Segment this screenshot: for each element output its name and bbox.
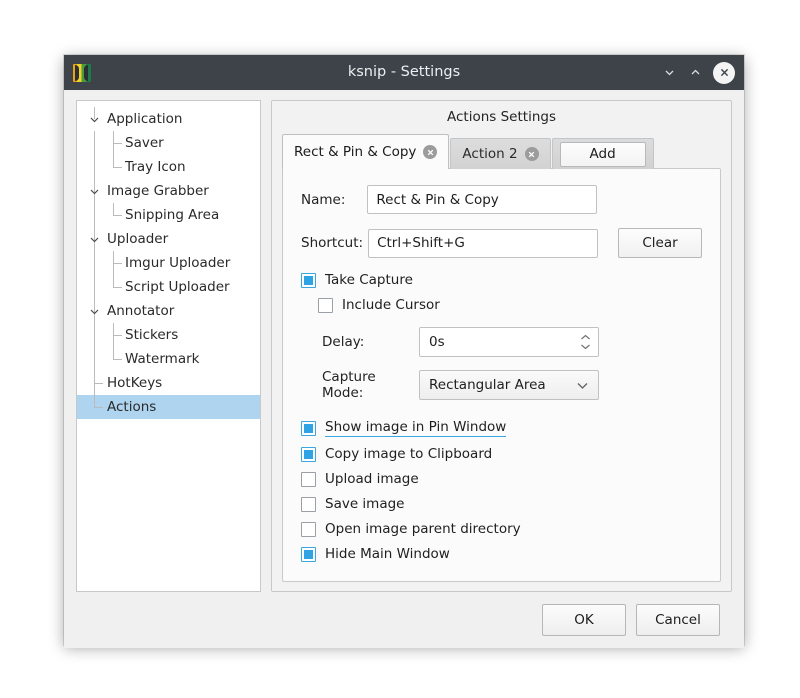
sidebar-item-label: Stickers xyxy=(125,327,179,343)
minimize-icon[interactable] xyxy=(657,61,681,85)
dialog-footer: OK Cancel xyxy=(76,592,732,648)
name-input[interactable]: Rect & Pin & Copy xyxy=(367,185,598,214)
sidebar-item-image-grabber[interactable]: Image Grabber xyxy=(77,179,260,203)
shortcut-row: Shortcut: Ctrl+Shift+G Clear xyxy=(301,228,702,258)
sidebar-item-label: Application xyxy=(107,111,183,127)
sidebar-item-label: Snipping Area xyxy=(125,207,220,223)
window-controls xyxy=(657,61,744,85)
window-title: ksnip - Settings xyxy=(347,64,461,80)
capture-mode-value: Rectangular Area xyxy=(429,377,546,393)
actions-settings-group: Actions Settings Rect & Pin & Copy Actio… xyxy=(271,100,732,592)
chevron-down-icon[interactable] xyxy=(88,233,100,245)
upload-image-checkbox[interactable] xyxy=(301,471,316,487)
chevron-down-icon[interactable] xyxy=(576,381,589,390)
tab-label: Rect & Pin & Copy xyxy=(294,144,417,160)
copy-image-to-clipboard-checkbox[interactable] xyxy=(301,446,316,462)
take-capture-checkbox[interactable] xyxy=(301,272,316,288)
sidebar-item-tray-icon[interactable]: Tray Icon xyxy=(77,155,260,179)
shortcut-label: Shortcut: xyxy=(301,235,364,251)
ksnip-icon xyxy=(73,63,91,82)
sidebar-item-saver[interactable]: Saver xyxy=(77,131,260,155)
upload-image-row[interactable]: Upload image xyxy=(301,471,702,487)
hide-main-window-label: Hide Main Window xyxy=(325,546,450,562)
tab-add-zone: Add xyxy=(551,138,654,169)
content-row: Application Saver Tray Icon Image Grabbe… xyxy=(76,100,732,592)
chevron-down-icon[interactable] xyxy=(88,305,100,317)
capture-mode-row: Capture Mode: Rectangular Area xyxy=(301,369,702,401)
show-image-in-pin-window-row[interactable]: Show image in Pin Window xyxy=(301,419,702,437)
save-image-row[interactable]: Save image xyxy=(301,496,702,512)
save-image-checkbox[interactable] xyxy=(301,496,316,512)
maximize-icon[interactable] xyxy=(683,61,707,85)
delay-row: Delay: 0s xyxy=(301,327,702,357)
spinner-arrows-icon[interactable] xyxy=(580,334,591,350)
chevron-down-icon[interactable] xyxy=(88,113,100,125)
delay-label: Delay: xyxy=(322,334,365,350)
take-capture-label: Take Capture xyxy=(325,272,413,288)
tab-panel-rect-pin-copy: Name: Rect & Pin & Copy Shortcut: Ctrl+S… xyxy=(282,168,721,582)
copy-image-to-clipboard-row[interactable]: Copy image to Clipboard xyxy=(301,446,702,462)
sidebar-item-application[interactable]: Application xyxy=(77,107,260,131)
sidebar-item-snipping-area[interactable]: Snipping Area xyxy=(77,203,260,227)
sidebar-item-watermark[interactable]: Watermark xyxy=(77,347,260,371)
save-image-label: Save image xyxy=(325,496,405,512)
hide-main-window-row[interactable]: Hide Main Window xyxy=(301,546,702,562)
name-label: Name: xyxy=(301,191,346,208)
show-image-in-pin-window-checkbox[interactable] xyxy=(301,420,316,436)
sidebar-item-annotator[interactable]: Annotator xyxy=(77,299,260,323)
sidebar-item-label: Tray Icon xyxy=(125,159,186,175)
chevron-down-icon[interactable] xyxy=(88,185,100,197)
capture-mode-label: Capture Mode: xyxy=(322,369,376,401)
tab-close-icon[interactable] xyxy=(524,147,539,161)
tabs-container: Rect & Pin & Copy Action 2 Add xyxy=(272,134,731,169)
title-bar: ksnip - Settings xyxy=(64,55,744,90)
shortcut-input[interactable]: Ctrl+Shift+G xyxy=(368,228,599,258)
sidebar-item-hotkeys[interactable]: HotKeys xyxy=(77,371,260,395)
include-cursor-checkbox[interactable] xyxy=(318,297,333,313)
capture-mode-select[interactable]: Rectangular Area xyxy=(419,370,599,400)
sidebar-item-label: Uploader xyxy=(107,231,169,247)
sidebar-item-label: Image Grabber xyxy=(107,183,209,199)
sidebar-item-label: Actions xyxy=(107,399,157,415)
tab-action-2[interactable]: Action 2 xyxy=(450,138,551,169)
sidebar-item-stickers[interactable]: Stickers xyxy=(77,323,260,347)
tab-close-icon[interactable] xyxy=(423,145,438,159)
settings-window: ksnip - Settings Application Saver Tray … xyxy=(64,55,744,648)
sidebar-item-imgur-uploader[interactable]: Imgur Uploader xyxy=(77,251,260,275)
sidebar-item-label: Imgur Uploader xyxy=(125,255,231,271)
upload-image-label: Upload image xyxy=(325,471,419,487)
sidebar-item-actions[interactable]: Actions xyxy=(77,395,260,419)
tab-rect-pin-copy[interactable]: Rect & Pin & Copy xyxy=(282,134,450,169)
settings-tree[interactable]: Application Saver Tray Icon Image Grabbe… xyxy=(76,100,261,592)
sidebar-item-uploader[interactable]: Uploader xyxy=(77,227,260,251)
sidebar-item-label: Script Uploader xyxy=(125,279,230,295)
delay-spinbox[interactable]: 0s xyxy=(419,327,599,357)
ok-button[interactable]: OK xyxy=(542,604,626,636)
include-cursor-label: Include Cursor xyxy=(342,297,440,313)
copy-image-to-clipboard-label: Copy image to Clipboard xyxy=(325,446,493,462)
include-cursor-row[interactable]: Include Cursor xyxy=(318,297,702,313)
hide-main-window-checkbox[interactable] xyxy=(301,546,316,562)
sidebar-item-label: Saver xyxy=(125,135,164,151)
sidebar-item-label: HotKeys xyxy=(107,375,163,391)
show-image-in-pin-window-label: Show image in Pin Window xyxy=(325,419,507,437)
screen: ksnip - Settings Application Saver Tray … xyxy=(0,0,800,698)
open-image-parent-directory-label: Open image parent directory xyxy=(325,521,521,537)
cancel-button[interactable]: Cancel xyxy=(636,604,720,636)
sidebar-item-script-uploader[interactable]: Script Uploader xyxy=(77,275,260,299)
window-body: Application Saver Tray Icon Image Grabbe… xyxy=(64,90,744,648)
take-capture-row[interactable]: Take Capture xyxy=(301,272,702,288)
tab-label: Action 2 xyxy=(462,146,518,162)
open-image-parent-directory-row[interactable]: Open image parent directory xyxy=(301,521,702,537)
page-title: Actions Settings xyxy=(447,109,556,125)
sidebar-item-label: Watermark xyxy=(125,351,200,367)
add-action-button[interactable]: Add xyxy=(559,141,646,167)
delay-value: 0s xyxy=(429,334,445,350)
name-row: Name: Rect & Pin & Copy xyxy=(301,185,702,214)
open-image-parent-directory-checkbox[interactable] xyxy=(301,521,316,537)
close-icon[interactable] xyxy=(713,61,735,84)
sidebar-item-label: Annotator xyxy=(107,303,175,319)
clear-shortcut-button[interactable]: Clear xyxy=(618,228,702,258)
tab-bar: Rect & Pin & Copy Action 2 Add xyxy=(282,134,721,169)
